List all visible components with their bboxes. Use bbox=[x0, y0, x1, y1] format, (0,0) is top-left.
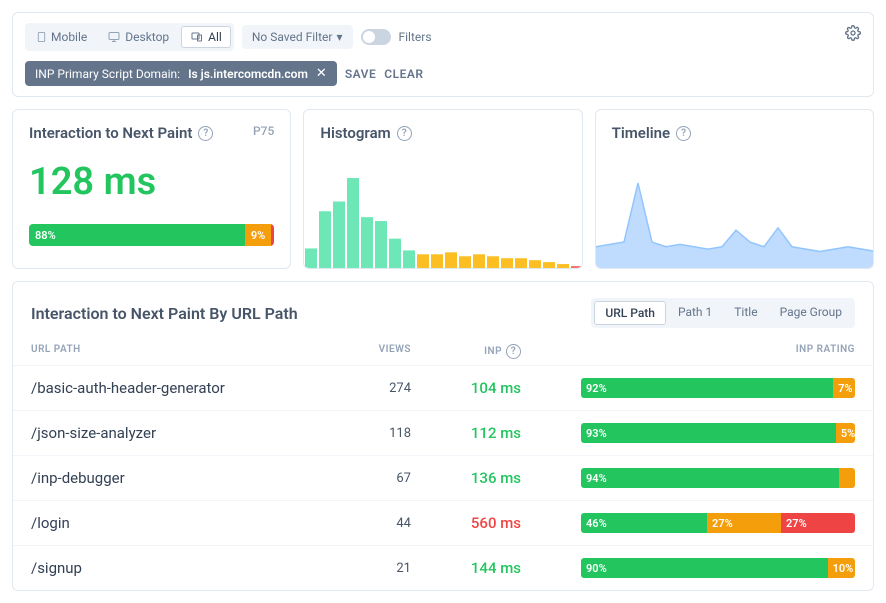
table-row[interactable]: /json-size-analyzer118112 ms93%5% bbox=[13, 410, 873, 455]
saved-filter-label: No Saved Filter bbox=[252, 30, 333, 44]
row-rating: 93%5% bbox=[521, 423, 855, 443]
saved-filter-dropdown[interactable]: No Saved Filter ▾ bbox=[242, 25, 353, 49]
table-tab-group: URL Path Path 1 Title Page Group bbox=[591, 298, 855, 328]
timeline-chart bbox=[596, 173, 874, 268]
timeline-title: Timeline bbox=[612, 124, 670, 142]
row-rating: 92%7% bbox=[521, 378, 855, 398]
help-icon[interactable]: ? bbox=[506, 344, 521, 359]
device-mobile-button[interactable]: Mobile bbox=[28, 26, 95, 48]
clear-button[interactable]: CLEAR bbox=[384, 67, 423, 81]
filter-bar: Mobile Desktop All No Saved Filter ▾ Fil… bbox=[12, 12, 874, 97]
row-path: /signup bbox=[31, 559, 331, 577]
gear-icon[interactable] bbox=[845, 25, 861, 41]
histogram-title: Histogram bbox=[320, 124, 390, 142]
device-desktop-label: Desktop bbox=[125, 30, 169, 44]
row-inp: 144 ms bbox=[411, 559, 521, 577]
col-header-path: URL PATH bbox=[31, 344, 331, 359]
close-icon[interactable]: ✕ bbox=[316, 66, 327, 81]
row-views: 118 bbox=[331, 426, 411, 441]
save-button[interactable]: SAVE bbox=[345, 67, 376, 81]
percentile-badge: P75 bbox=[253, 124, 274, 138]
row-views: 274 bbox=[331, 381, 411, 396]
device-toggle-group: Mobile Desktop All bbox=[25, 23, 234, 51]
row-rating: 94% bbox=[521, 468, 855, 488]
rating-poor bbox=[271, 224, 274, 246]
rating-bar: 88% 9% bbox=[29, 224, 274, 246]
table-row[interactable]: /basic-auth-header-generator274104 ms92%… bbox=[13, 365, 873, 410]
rating-good: 88% bbox=[29, 224, 245, 246]
help-icon[interactable]: ? bbox=[397, 126, 412, 141]
row-rating: 90%10% bbox=[521, 558, 855, 578]
table-row[interactable]: /login44560 ms46%27%27% bbox=[13, 500, 873, 545]
table-title: Interaction to Next Paint By URL Path bbox=[31, 304, 298, 323]
row-views: 21 bbox=[331, 561, 411, 576]
metric-title: Interaction to Next Paint bbox=[29, 124, 192, 142]
device-desktop-button[interactable]: Desktop bbox=[99, 26, 177, 48]
tab-url-path[interactable]: URL Path bbox=[594, 301, 666, 325]
devices-icon bbox=[190, 31, 204, 43]
filter-pill: INP Primary Script Domain: Is js.interco… bbox=[25, 61, 337, 86]
col-header-views: VIEWS bbox=[331, 344, 411, 359]
table-row[interactable]: /inp-debugger67136 ms94% bbox=[13, 455, 873, 500]
url-path-table: Interaction to Next Paint By URL Path UR… bbox=[12, 281, 874, 591]
row-views: 67 bbox=[331, 471, 411, 486]
metric-panel: P75 Interaction to Next Paint ? 128 ms 8… bbox=[12, 109, 291, 269]
rating-needs-improvement: 9% bbox=[245, 224, 271, 246]
row-path: /basic-auth-header-generator bbox=[31, 379, 331, 397]
filters-toggle[interactable] bbox=[361, 29, 391, 45]
col-header-inp: INP ? bbox=[411, 344, 521, 359]
row-inp: 104 ms bbox=[411, 379, 521, 397]
col-header-rating: INP RATING bbox=[521, 344, 855, 359]
histogram-panel: Histogram ? bbox=[303, 109, 582, 269]
filter-pill-label: INP Primary Script Domain: bbox=[35, 67, 180, 81]
column-headers: URL PATH VIEWS INP ? INP RATING bbox=[13, 338, 873, 365]
help-icon[interactable]: ? bbox=[676, 126, 691, 141]
row-inp: 112 ms bbox=[411, 424, 521, 442]
row-path: /json-size-analyzer bbox=[31, 424, 331, 442]
tab-path1[interactable]: Path 1 bbox=[668, 301, 722, 325]
mobile-icon bbox=[36, 30, 47, 44]
filters-toggle-label: Filters bbox=[399, 30, 432, 44]
filter-pill-value: Is js.intercomcdn.com bbox=[188, 67, 308, 81]
device-all-button[interactable]: All bbox=[181, 26, 231, 48]
row-path: /inp-debugger bbox=[31, 469, 331, 487]
timeline-panel: Timeline ? bbox=[595, 109, 874, 269]
desktop-icon bbox=[107, 31, 121, 43]
tab-page-group[interactable]: Page Group bbox=[770, 301, 852, 325]
row-views: 44 bbox=[331, 516, 411, 531]
row-rating: 46%27%27% bbox=[521, 513, 855, 533]
table-row[interactable]: /signup21144 ms90%10% bbox=[13, 545, 873, 590]
panels-row: P75 Interaction to Next Paint ? 128 ms 8… bbox=[12, 109, 874, 269]
row-path: /login bbox=[31, 514, 331, 532]
device-mobile-label: Mobile bbox=[51, 30, 87, 44]
help-icon[interactable]: ? bbox=[198, 126, 213, 141]
device-all-label: All bbox=[208, 30, 222, 44]
metric-value: 128 ms bbox=[29, 160, 274, 204]
histogram-chart bbox=[304, 173, 582, 268]
tab-title[interactable]: Title bbox=[724, 301, 767, 325]
row-inp: 136 ms bbox=[411, 469, 521, 487]
row-inp: 560 ms bbox=[411, 514, 521, 532]
chevron-down-icon: ▾ bbox=[336, 30, 342, 44]
